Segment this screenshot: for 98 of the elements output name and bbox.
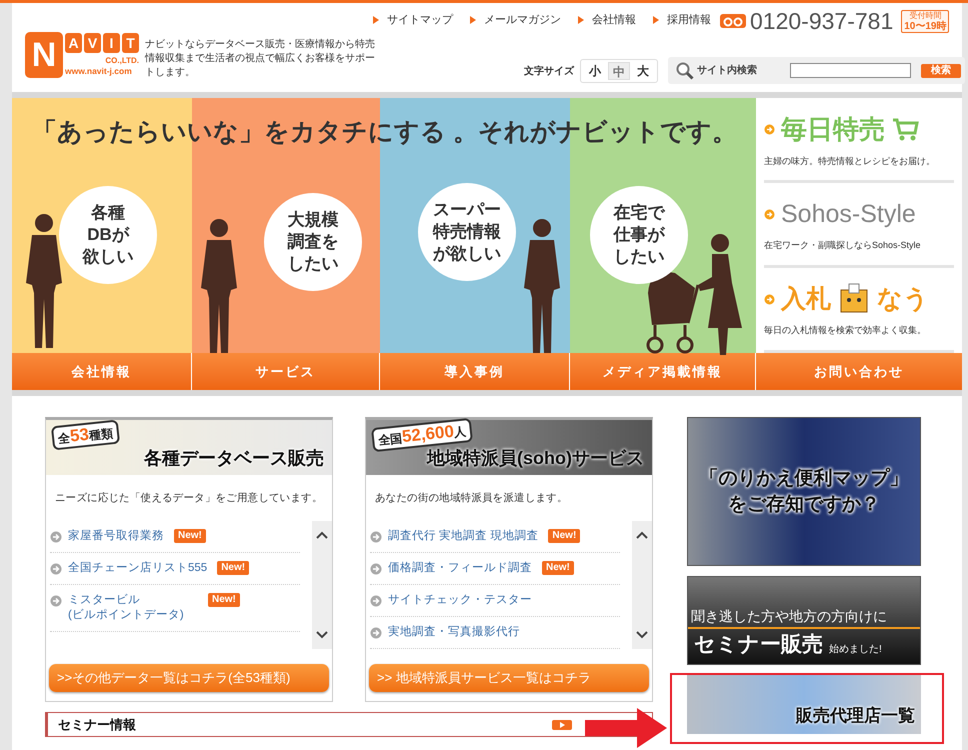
arrow-icon <box>652 15 661 26</box>
top-link[interactable]: サイトマップ <box>387 12 453 28</box>
arrow-icon <box>50 595 62 607</box>
new-badge: New! <box>542 561 574 575</box>
card-intro: ニーズに応じた「使えるデータ」をご用意しています。 <box>54 491 324 506</box>
top-link[interactable]: メールマガジン <box>484 12 561 28</box>
promo-banner[interactable]: 聞き逃した方や地方の方向けに セミナー販売 始めました! <box>687 576 921 665</box>
promo-title: 販売代理店一覧 <box>796 704 915 726</box>
bubble-text: したい <box>614 246 664 268</box>
arrow-icon <box>469 15 478 26</box>
banner-title: 各種データベース販売 <box>144 447 324 470</box>
free-dial-icon <box>720 14 746 28</box>
list-link[interactable]: 価格調査・フィールド調査 <box>388 561 532 576</box>
new-badge: New! <box>217 561 250 575</box>
tagline: ナビットならデータベース販売・医療情報から特売情報収集まで生活者の視点で幅広くお客様をサポートします。 <box>145 38 376 80</box>
bubble-text: 特売情報 <box>433 221 501 243</box>
banner-caption: 主婦の味方。特売情報とレシピをお届け。 <box>764 154 936 168</box>
list-link[interactable]: ミスタービル (ビルポイントデータ) <box>68 593 198 623</box>
arrow-icon <box>370 563 382 575</box>
promo-lead: 聞き逃した方や地方の方向けに <box>688 606 920 628</box>
arrow-icon <box>372 15 381 26</box>
phone-number: 0120-937-781 <box>750 8 894 34</box>
nav-link[interactable]: 会社情報 <box>12 353 192 390</box>
search-field[interactable] <box>790 63 911 78</box>
shopping-cart-icon <box>891 117 919 142</box>
font-size-label: 文字サイズ <box>524 64 574 78</box>
service-banner[interactable]: Sohos-Style 在宅ワーク・副職探しならSohos-Style <box>764 183 954 268</box>
list-link[interactable]: 実地調査・写真撮影代行 <box>388 625 520 640</box>
font-size-option[interactable]: 中 <box>608 62 630 80</box>
badge-text: 全国 <box>377 431 403 450</box>
nav-link[interactable]: お問い合わせ <box>756 353 962 390</box>
banner-title: 毎日特売 <box>781 112 885 146</box>
bubble-text: 在宅で <box>614 202 664 224</box>
banner-title: 入札 <box>781 284 831 314</box>
promo-text: をご存知ですか？ <box>728 492 880 516</box>
navit-logo[interactable]: N A V I T CO.,LTD. www.navit-j.com <box>25 32 143 80</box>
banner-title: 地域特派員(soho)サービス <box>427 447 644 470</box>
service-banner[interactable]: 毎日特売 主婦の味方。特売情報とレシピをお届け。 <box>764 98 954 183</box>
play-icon <box>552 720 572 730</box>
banner-caption: 毎日の入札情報を検索で効率よく収集。 <box>764 324 927 337</box>
new-badge: New! <box>174 529 206 543</box>
bubble-text: 各種 <box>91 202 125 224</box>
bubble-text: 仕事が <box>614 224 664 246</box>
nav-link[interactable]: サービス <box>192 353 380 390</box>
scrollbar[interactable] <box>632 521 652 649</box>
card-intro: あなたの街の地域特派員を派遣します。 <box>374 491 569 506</box>
arrow-icon <box>370 627 382 639</box>
top-link[interactable]: 会社情報 <box>592 12 636 28</box>
arrow-icon <box>50 563 62 575</box>
arrow-icon <box>764 124 775 135</box>
promo-sub: 始めました! <box>829 643 882 657</box>
search-label: サイト内検索 <box>697 64 758 78</box>
badge-text: 種類 <box>88 425 114 445</box>
promo-title: セミナー販売 <box>694 632 823 658</box>
font-size-option[interactable]: 小 <box>584 62 606 80</box>
arrow-icon <box>577 15 586 26</box>
new-badge: New! <box>208 593 240 607</box>
promo-text: 「のりかえ便利マップ」 <box>700 466 908 490</box>
hours-label: 受付時間 <box>908 10 942 20</box>
banner-title: Sohos-Style <box>781 198 916 230</box>
bubble-text: スーパー <box>433 199 501 221</box>
badge-text: 全 <box>57 430 71 448</box>
list-link[interactable]: 全国チェーン店リスト555 <box>68 561 208 576</box>
scroll-down-icon <box>636 631 648 639</box>
scroll-up-icon <box>636 531 648 539</box>
font-size-option[interactable]: 大 <box>632 62 654 80</box>
bubble-text: が欲しい <box>433 243 501 265</box>
search-button[interactable]: 検索 <box>921 64 961 78</box>
bubble-text: 欲しい <box>82 246 134 268</box>
scroll-up-icon <box>316 531 328 539</box>
bubble-text: DBが <box>87 224 129 246</box>
banner-caption: 在宅ワーク・副職探しならSohos-Style <box>764 239 922 252</box>
search-icon <box>676 62 694 80</box>
arrow-icon <box>370 531 382 543</box>
list-link[interactable]: サイトチェック・テスター <box>388 593 532 608</box>
badge-number: 53 <box>69 424 90 447</box>
nav-link[interactable]: メディア掲載情報 <box>570 353 756 390</box>
bubble-text: 調査を <box>288 231 338 253</box>
top-link[interactable]: 採用情報 <box>667 12 711 28</box>
bubble-text: したい <box>288 253 338 275</box>
list-link[interactable]: 家屋番号取得業務 <box>68 529 164 544</box>
badge-text: 人 <box>453 423 467 440</box>
scroll-down-icon <box>316 631 328 639</box>
section-title: セミナー情報 <box>58 716 136 734</box>
arrow-icon <box>50 531 62 543</box>
promo-banner[interactable]: 「のりかえ便利マップ」 をご存知ですか？ <box>687 417 921 566</box>
list-link[interactable]: 調査代行 実地調査 現地調査 <box>388 529 538 544</box>
banner-title: なう <box>877 284 929 314</box>
arrow-icon <box>370 595 382 607</box>
bubble-text: 大規模 <box>288 209 338 231</box>
hours-text: 10〜19時 <box>904 20 946 32</box>
new-badge: New! <box>548 529 580 543</box>
arrow-icon <box>764 208 775 220</box>
promo-banner[interactable]: 販売代理店一覧 <box>687 675 921 734</box>
arrow-icon <box>764 294 775 305</box>
nav-link[interactable]: 導入事例 <box>380 353 570 390</box>
badge-number: 52,600 <box>401 422 455 448</box>
scrollbar[interactable] <box>312 521 332 649</box>
